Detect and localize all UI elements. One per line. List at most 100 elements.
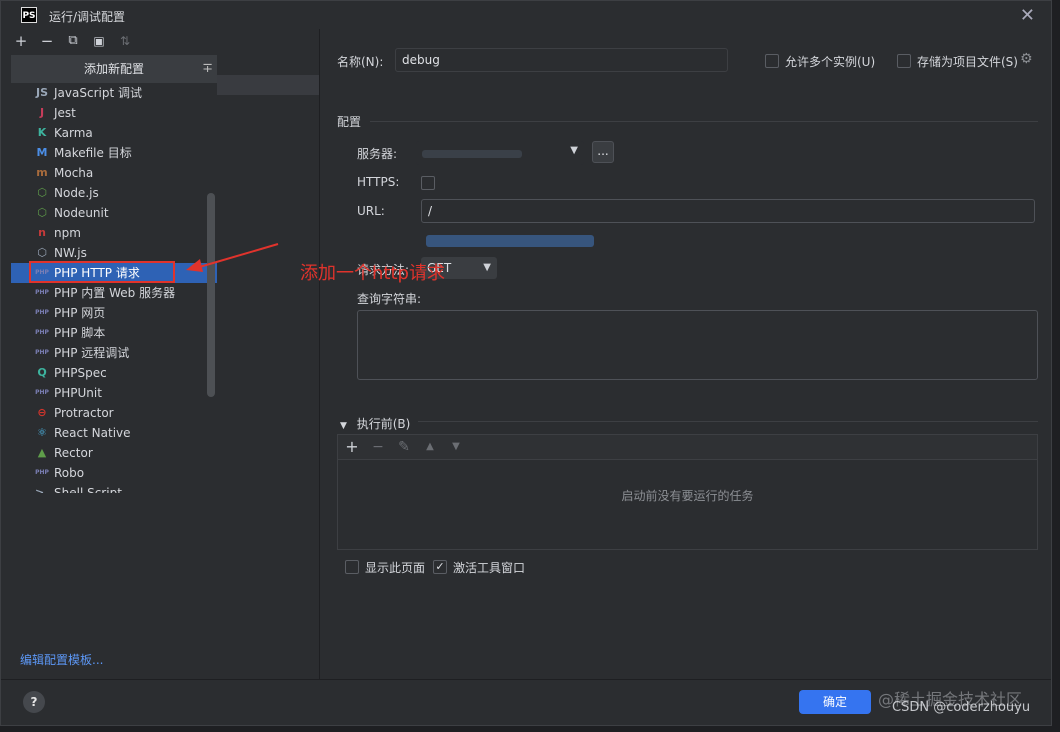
config-type-item[interactable]: n npm [11, 223, 217, 243]
config-type-item[interactable]: PHP PHP 网页 [11, 303, 217, 323]
config-toolbar: + − ⧉ ▣ ⇅ [11, 29, 311, 53]
config-type-label: Makefile 目标 [54, 146, 132, 160]
php-http-request-icon: PHP [35, 269, 49, 276]
config-type-item[interactable]: PHP PHP 内置 Web 服务器 [11, 283, 217, 303]
nodeunit-icon: ⬡ [37, 206, 47, 219]
config-type-item[interactable]: ⬡ Nodeunit [11, 203, 217, 223]
title-bar: PS 运行/调试配置 ✕ [1, 1, 1051, 29]
config-type-label: PHP HTTP 请求 [54, 266, 140, 280]
collapse-all-icon[interactable]: ∓ [202, 55, 213, 83]
config-type-item[interactable]: K Karma [11, 123, 217, 143]
remove-task-button[interactable]: − [368, 437, 388, 457]
move-down-button[interactable]: ▼ [446, 437, 466, 457]
move-up-button[interactable]: ▲ [420, 437, 440, 457]
edit-config-templates-link[interactable]: 编辑配置模板... [20, 651, 103, 668]
config-section-line [370, 121, 1038, 122]
add-task-button[interactable]: + [342, 437, 362, 457]
jest-icon: J [39, 106, 45, 119]
config-type-item[interactable]: PHP PHP 脚本 [11, 323, 217, 343]
config-type-item[interactable]: m Mocha [11, 163, 217, 183]
config-type-label: JavaScript 调试 [54, 86, 142, 100]
chevron-down-icon: ▼ [570, 145, 578, 156]
before-launch-toolbar: + − ✎ ▲ ▼ [338, 435, 1037, 460]
config-type-label: PHP 内置 Web 服务器 [54, 286, 176, 300]
show-page-label: 显示此页面 [365, 561, 426, 575]
config-type-item[interactable]: M Makefile 目标 [11, 143, 217, 163]
config-type-list: JS JavaScript 调试 J Jest K Karma M Makefile 目标 m M… [11, 83, 217, 493]
help-button[interactable]: ? [23, 691, 45, 713]
config-type-item[interactable]: ⚛ React Native [11, 423, 217, 443]
url-input[interactable]: / [421, 199, 1035, 223]
config-form: 名称(N): debug 允许多个实例(U) 存储为项目文件(S) ⚙ 配置 服… [320, 29, 1050, 679]
config-type-item[interactable]: ⬡ NW.js [11, 243, 217, 263]
config-type-item[interactable]: ⬡ Node.js [11, 183, 217, 203]
add-new-config-header: 添加新配置 ∓ [11, 55, 217, 83]
annotation-text: 添加一个http请求 [300, 263, 445, 284]
phpunit-icon: PHP [35, 389, 49, 396]
https-label: HTTPS: [357, 175, 400, 189]
watermark-csdn: CSDN @coderzhouyu [892, 700, 1031, 715]
config-type-label: PHP 远程调试 [54, 346, 130, 360]
robo-icon: PHP [35, 469, 49, 476]
phpspec-icon: Q [37, 366, 47, 379]
gear-icon[interactable]: ⚙ [1020, 51, 1033, 67]
php-remote-debug-icon: PHP [35, 349, 49, 356]
before-launch-toggle[interactable]: ▼ 执行前(B) [340, 415, 410, 432]
php-webpage-icon: PHP [35, 309, 49, 316]
mocha-icon: m [36, 166, 48, 179]
list-scrollbar[interactable] [207, 193, 215, 397]
config-type-item[interactable]: PHP PHP HTTP 请求 [11, 263, 217, 283]
store-as-project-label: 存储为项目文件(S) [917, 55, 1018, 69]
config-type-item[interactable]: ▲ Rector [11, 443, 217, 463]
allow-parallel-label: 允许多个实例(U) [785, 55, 876, 69]
rector-icon: ▲ [37, 446, 47, 459]
config-type-item[interactable]: PHP PHP 远程调试 [11, 343, 217, 363]
add-new-config-title: 添加新配置 [83, 62, 144, 76]
nwjs-icon: ⬡ [37, 246, 47, 259]
remove-config-button[interactable]: − [37, 31, 57, 51]
footer-divider [1, 679, 1051, 680]
store-as-project-checkbox[interactable] [897, 54, 911, 68]
config-type-item[interactable]: >_ Shell Script [11, 483, 217, 493]
react-native-icon: ⚛ [37, 426, 47, 439]
run-debug-config-dialog: PS 运行/调试配置 ✕ + − ⧉ ▣ ⇅ 添加新配置 ∓ JS JavaScr… [0, 0, 1052, 726]
url-label: URL: [357, 204, 385, 218]
config-type-item[interactable]: PHP PHPUnit [11, 383, 217, 403]
config-tree-pane: + − ⧉ ▣ ⇅ 添加新配置 ∓ JS JavaScript 调试 J Jest K K… [11, 29, 319, 679]
chevron-down-icon: ▼ [483, 262, 491, 273]
karma-icon: K [37, 126, 47, 139]
config-type-item[interactable]: JS JavaScript 调试 [11, 83, 217, 103]
copy-config-button[interactable]: ⧉ [63, 31, 83, 51]
activate-tool-window-checkbox[interactable]: ✓ [433, 560, 447, 574]
php-script-icon: PHP [35, 329, 49, 336]
config-type-item[interactable]: J Jest [11, 103, 217, 123]
name-input[interactable]: debug [395, 48, 728, 72]
config-type-item[interactable]: ⊖ Protractor [11, 403, 217, 423]
close-icon[interactable]: ✕ [1020, 5, 1035, 26]
allow-parallel-checkbox[interactable] [765, 54, 779, 68]
activate-tool-window-label: 激活工具窗口 [453, 561, 526, 575]
https-checkbox[interactable] [421, 176, 435, 190]
makefile-icon: M [36, 146, 48, 159]
add-config-button[interactable]: + [11, 31, 31, 51]
config-type-item[interactable]: PHP Robo [11, 463, 217, 483]
query-string-textarea[interactable] [357, 310, 1038, 380]
server-select[interactable]: ▼ [416, 141, 584, 165]
ok-button[interactable]: 确定 [799, 690, 871, 714]
chevron-down-icon: ▼ [340, 421, 347, 431]
server-browse-button[interactable]: ... [592, 141, 614, 163]
php-builtin-server-icon: PHP [35, 289, 49, 296]
sort-configs-button[interactable]: ⇅ [115, 31, 135, 51]
show-page-checkbox[interactable] [345, 560, 359, 574]
phpstorm-app-icon: PS [21, 7, 37, 23]
dialog-title: 运行/调试配置 [49, 10, 126, 24]
before-launch-line [418, 421, 1038, 422]
config-type-item[interactable]: Q PHPSpec [11, 363, 217, 383]
before-launch-panel: + − ✎ ▲ ▼ 启动前没有要运行的任务 [337, 434, 1038, 550]
javascript-debug-icon: JS [35, 86, 48, 99]
edit-task-button[interactable]: ✎ [394, 437, 414, 457]
new-folder-button[interactable]: ▣ [89, 31, 109, 51]
query-string-label: 查询字符串: [357, 292, 422, 306]
name-label: 名称(N): [337, 55, 384, 69]
shell-script-icon: >_ [35, 486, 50, 493]
